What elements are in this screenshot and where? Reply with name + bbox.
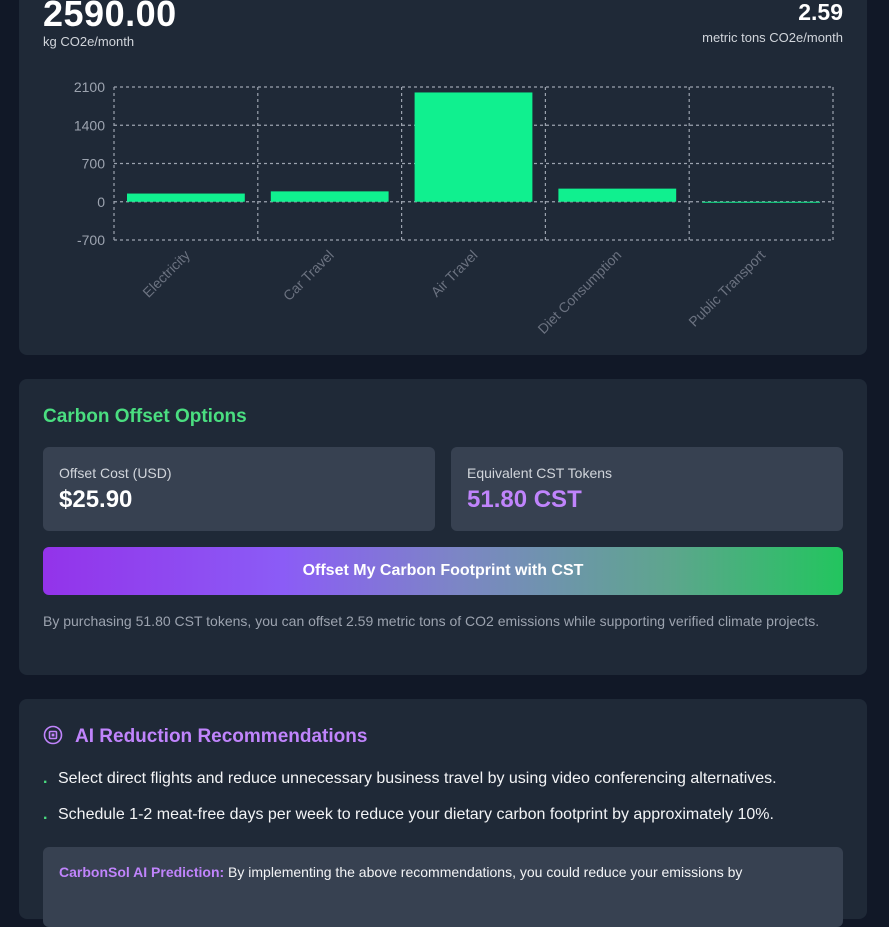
offset-title: Carbon Offset Options [43, 406, 247, 427]
chart-bar [270, 191, 389, 202]
chart-bar [127, 193, 245, 202]
x-tick-label: Diet Consumption [534, 247, 624, 337]
x-tick-label: Air Travel [427, 247, 480, 300]
offset-cost-label: Offset Cost (USD) [59, 465, 172, 481]
recommendation-text: Schedule 1-2 meat-free days per week to … [58, 806, 774, 823]
ai-prediction-text: By implementing the above recommendation… [228, 864, 743, 880]
bullet-icon: . [43, 770, 48, 787]
bullet-icon: . [43, 806, 48, 823]
cst-tokens-label: Equivalent CST Tokens [467, 465, 613, 481]
chart-bar [702, 201, 820, 203]
y-tick-label: 0 [97, 194, 105, 210]
list-item: . Select direct flights and reduce unnec… [43, 769, 777, 805]
offset-note: By purchasing 51.80 CST tokens, you can … [43, 613, 820, 629]
ai-recommendations-card: AI Reduction Recommendations . Select di… [19, 699, 867, 927]
y-tick-label: 1400 [74, 117, 105, 133]
ai-prediction-label: CarbonSol AI Prediction: [59, 864, 225, 880]
ai-prediction: CarbonSol AI Prediction: By implementing… [59, 864, 742, 880]
offset-card: Carbon Offset Options Offset Cost (USD) … [19, 379, 867, 675]
x-tick-label: Car Travel [280, 247, 337, 304]
list-item: . Schedule 1-2 meat-free days per week t… [43, 805, 777, 841]
chart-bar [414, 92, 533, 202]
cst-tokens-value: 51.80 CST [467, 486, 582, 513]
y-tick-label: 700 [82, 156, 106, 172]
chart-bar [558, 188, 677, 202]
y-tick-label: 2100 [74, 79, 105, 95]
y-tick-label: -700 [77, 232, 105, 248]
recommendation-list: . Select direct flights and reduce unnec… [43, 769, 777, 841]
ai-title: AI Reduction Recommendations [75, 726, 368, 747]
x-tick-label: Electricity [139, 247, 193, 301]
cst-tokens-box: Equivalent CST Tokens 51.80 CST [451, 447, 843, 531]
chip-icon [43, 725, 63, 745]
offset-footprint-button[interactable]: Offset My Carbon Footprint with CST [43, 547, 843, 595]
recommendation-text: Select direct flights and reduce unneces… [58, 770, 777, 787]
ai-prediction-box: CarbonSol AI Prediction: By implementing… [43, 847, 843, 927]
offset-cost-box: Offset Cost (USD) $25.90 [43, 447, 435, 531]
offset-cost-value: $25.90 [59, 486, 133, 513]
x-tick-label: Public Transport [685, 247, 768, 330]
emissions-bar-chart: 2100 1400 700 0 -700 Electricity Car Travel Air… [74, 79, 834, 337]
emissions-card: 2590.00 kg CO2e/month 2.59 metric tons C… [19, 0, 867, 355]
